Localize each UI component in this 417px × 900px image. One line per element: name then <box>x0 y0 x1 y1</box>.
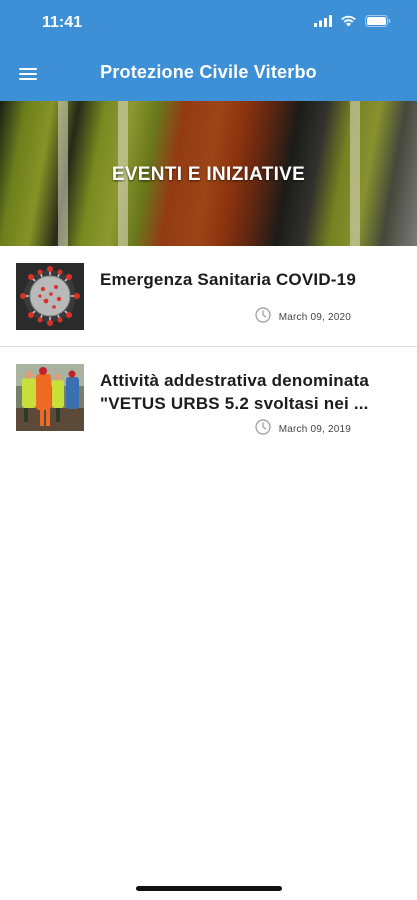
status-icons <box>314 15 391 31</box>
status-bar: 11:41 <box>0 0 417 48</box>
hero-title: EVENTI E INIZIATIVE <box>111 164 306 185</box>
battery-icon <box>365 14 391 32</box>
list-item[interactable]: Emergenza Sanitaria COVID-19 March 09, 2… <box>0 246 417 347</box>
page-title: Protezione Civile Viterbo <box>100 62 317 82</box>
navigation-bar: Protezione Civile Viterbo <box>0 48 417 101</box>
wifi-icon <box>340 14 357 32</box>
event-date-row: March 09, 2019 <box>255 419 351 440</box>
covid-virus-image <box>16 263 84 330</box>
list-item[interactable]: Attività addestrativa denominata "VETUS … <box>0 347 417 447</box>
clock-icon <box>255 419 271 440</box>
hero-banner: EVENTI E INIZIATIVE <box>0 101 417 246</box>
events-list: Emergenza Sanitaria COVID-19 March 09, 2… <box>0 246 417 447</box>
event-date-row: March 09, 2020 <box>255 307 351 328</box>
status-time: 11:41 <box>42 14 83 31</box>
event-title: Emergenza Sanitaria COVID-19 <box>100 270 356 289</box>
clock-icon <box>255 307 271 328</box>
home-indicator[interactable] <box>136 886 282 891</box>
event-date: March 09, 2019 <box>278 424 351 435</box>
event-date: March 09, 2020 <box>278 312 351 323</box>
signal-icon <box>314 14 332 32</box>
rescue-team-photo <box>16 364 84 431</box>
event-title: Attività addestrativa denominata "VETUS … <box>100 371 370 413</box>
